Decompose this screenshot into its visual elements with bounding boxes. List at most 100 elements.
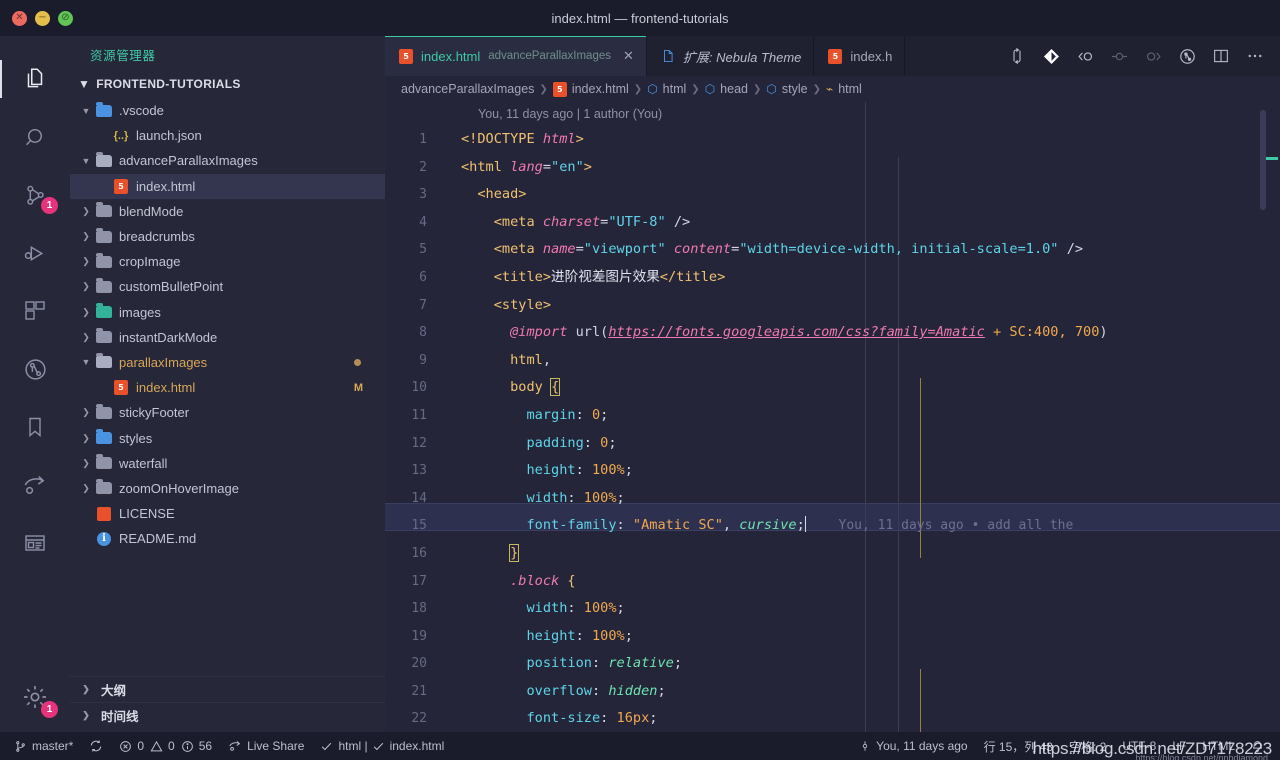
tree-item[interactable]: ❯ stickyFooter [70, 400, 385, 425]
compare-changes-button[interactable] [1002, 41, 1032, 71]
tab-label: 扩展: Nebula Theme [682, 49, 802, 65]
chevron-right-icon[interactable]: ❯ [78, 332, 94, 343]
code-content[interactable]: 1 <!DOCTYPE html> 2 <html lang="en"> 3 <he… [385, 126, 1280, 732]
status-html-label: html | [338, 739, 368, 753]
tree-item[interactable]: ▼ advanceParallaxImages [70, 148, 385, 173]
info-icon [181, 740, 193, 752]
status-git-blame[interactable]: You, 11 days ago [851, 732, 975, 760]
current-change-button[interactable] [1104, 41, 1134, 71]
minimize-window-button[interactable]: − [35, 10, 50, 26]
chevron-right-icon[interactable]: ❯ [78, 281, 94, 292]
outline-section[interactable]: ❯ 大纲 [70, 676, 385, 702]
more-actions-button[interactable] [1240, 41, 1270, 71]
status-encoding[interactable]: UTF-8 [1114, 732, 1164, 760]
breadcrumb-item[interactable]: 5 index.html [552, 81, 629, 97]
status-eol[interactable]: LF [1164, 732, 1194, 760]
tree-item[interactable]: ❯ zoomOnHoverImage [70, 476, 385, 501]
source-control-button[interactable] [1036, 41, 1066, 71]
status-indentation[interactable]: 空格: 2 [1061, 732, 1114, 760]
editor-scrollbar-thumb[interactable] [1260, 110, 1266, 210]
line-number: 5 [419, 242, 427, 258]
line-number: 13 [411, 463, 427, 479]
tab-nebula-theme[interactable]: 扩展: Nebula Theme [647, 36, 815, 76]
chevron-right-icon[interactable]: ❯ [78, 458, 94, 469]
git-graph-button[interactable] [1172, 41, 1202, 71]
tree-item[interactable]: ❯ cropImage [70, 249, 385, 274]
status-errors[interactable]: 0 [111, 732, 147, 760]
folder-modified-dot [354, 358, 361, 366]
activity-item-remote-explorer[interactable] [0, 514, 70, 572]
status-notifications[interactable] [1243, 732, 1272, 760]
tree-item[interactable]: ▼ .vscode [70, 98, 385, 123]
tree-item[interactable]: 5 index.html [70, 173, 385, 199]
chevron-right-icon[interactable]: ❯ [78, 433, 94, 444]
tree-item[interactable]: ❯ styles [70, 425, 385, 450]
timeline-section[interactable]: ❯ 时间线 [70, 702, 385, 728]
status-warnings[interactable]: 0 [147, 732, 178, 760]
tree-item[interactable]: ❯ blendMode [70, 199, 385, 224]
sidebar-footer: ❯ 大纲 ❯ 时间线 [70, 676, 385, 732]
tree-item[interactable]: ❯ instantDarkMode [70, 325, 385, 350]
close-window-button[interactable]: ✕ [12, 10, 27, 26]
breadcrumb-item[interactable]: ⬡ style [766, 82, 807, 96]
status-language-mode[interactable]: HTML [1194, 732, 1243, 760]
breadcrumb-item[interactable]: ⬡ head [705, 82, 748, 96]
activity-item-manage[interactable]: 1 [0, 674, 70, 732]
status-live-share[interactable]: Live Share [220, 732, 312, 760]
tree-item[interactable]: ❯ waterfall [70, 451, 385, 476]
chevron-right-icon[interactable]: ❯ [78, 307, 94, 318]
previous-change-button[interactable] [1070, 41, 1100, 71]
tab-index-html-advance[interactable]: 5 index.html advanceParallaxImages ✕ [385, 36, 647, 76]
next-change-button[interactable] [1138, 41, 1168, 71]
activity-item-run-and-debug[interactable] [0, 224, 70, 282]
line-number: 15 [411, 518, 427, 534]
chevron-down-icon[interactable]: ▼ [78, 357, 94, 367]
next-change-icon [1146, 51, 1161, 61]
activity-item-live-share[interactable] [0, 456, 70, 514]
status-infos[interactable]: 56 [178, 732, 220, 760]
tab-close-icon[interactable]: ✕ [623, 48, 634, 64]
status-file-checks[interactable]: index.html [370, 732, 453, 760]
status-cursor-position[interactable]: 行 15，列 43 [976, 732, 1061, 760]
tree-item[interactable]: LICENSE [70, 501, 385, 526]
chevron-right-icon[interactable]: ❯ [78, 483, 94, 494]
status-html-checks[interactable]: html | [312, 732, 369, 760]
activity-item-search[interactable] [0, 108, 70, 166]
line-number: 9 [419, 352, 427, 368]
tree-item[interactable]: i README.md [70, 526, 385, 551]
vscode-window: ✕ − ⊘ index.html — frontend-tutorials 1 … [0, 0, 1280, 760]
tab-index-html-parallax[interactable]: 5 index.h [814, 36, 906, 76]
activity-item-explorer[interactable] [0, 50, 70, 108]
status-branch[interactable]: master* [6, 732, 81, 760]
activity-item-bookmarks[interactable] [0, 398, 70, 456]
zoom-window-button[interactable]: ⊘ [58, 10, 73, 26]
chevron-right-icon[interactable]: ❯ [78, 407, 94, 418]
tree-item[interactable]: ❯ customBulletPoint [70, 274, 385, 299]
code-editor[interactable]: You, 11 days ago | 1 author (You) 1 <!DOC… [385, 102, 1280, 732]
activity-item-source-control[interactable]: 1 [0, 166, 70, 224]
split-editor-button[interactable] [1206, 41, 1236, 71]
tree-item-label: .vscode [119, 103, 164, 119]
tree-item[interactable]: 5 index.html M [70, 375, 385, 400]
tree-item[interactable]: ❯ images [70, 300, 385, 325]
tree-item[interactable]: ❯ breadcrumbs [70, 224, 385, 249]
explorer-root-section[interactable]: ▼ FRONTEND-TUTORIALS [70, 72, 385, 96]
activity-item-git-graph[interactable] [0, 340, 70, 398]
tree-item[interactable]: ▼ parallaxImages [70, 350, 385, 375]
chevron-right-icon[interactable]: ❯ [78, 206, 94, 217]
folder-open-icon [96, 151, 112, 167]
chevron-down-icon[interactable]: ▼ [78, 106, 94, 116]
chevron-right-icon[interactable]: ❯ [78, 231, 94, 242]
tree-item-label: zoomOnHoverImage [119, 480, 239, 496]
chevron-down-icon[interactable]: ▼ [78, 156, 94, 166]
tree-item[interactable]: {..} launch.json [70, 123, 385, 148]
status-sync[interactable] [81, 732, 111, 760]
breadcrumb-item[interactable]: advanceParallaxImages [401, 82, 534, 96]
activity-item-extensions[interactable] [0, 282, 70, 340]
tree-item-label: parallaxImages [119, 354, 208, 370]
breadcrumb-separator: ❯ [752, 83, 762, 95]
breadcrumb-item[interactable]: ⌁ html [826, 82, 862, 96]
tree-item-label: blendMode [119, 203, 184, 219]
chevron-right-icon[interactable]: ❯ [78, 256, 94, 267]
breadcrumb-item[interactable]: ⬡ html [647, 82, 686, 96]
